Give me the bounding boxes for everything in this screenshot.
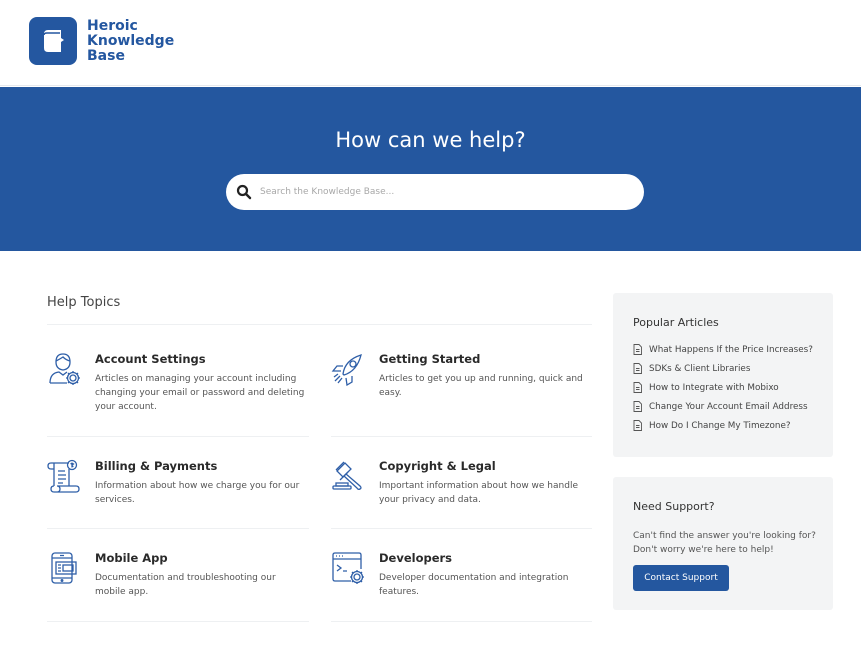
topic-title[interactable]: Account Settings xyxy=(95,352,206,366)
article-link[interactable]: SDKs & Client Libraries xyxy=(633,363,750,374)
article-title: How to Integrate with Mobixo xyxy=(649,382,779,393)
article-title: Change Your Account Email Address xyxy=(649,401,808,412)
divider xyxy=(47,324,592,325)
support-panel: Need Support? Can't find the answer you'… xyxy=(613,477,833,610)
topic-description: Important information about how we handl… xyxy=(379,481,578,505)
topic-title[interactable]: Mobile App xyxy=(95,551,168,565)
article-link[interactable]: How Do I Change My Timezone? xyxy=(633,420,791,431)
divider xyxy=(331,621,592,622)
article-link[interactable]: Change Your Account Email Address xyxy=(633,401,808,412)
divider xyxy=(331,436,592,437)
brand-name: Heroic Knowledge Base xyxy=(87,17,175,64)
topic-title[interactable]: Copyright & Legal xyxy=(379,459,496,473)
divider xyxy=(331,528,592,529)
topic-title[interactable]: Getting Started xyxy=(379,352,480,366)
article-title: How Do I Change My Timezone? xyxy=(649,420,791,431)
article-link[interactable]: What Happens If the Price Increases? xyxy=(633,344,813,355)
support-heading: Need Support? xyxy=(633,500,715,513)
hero-banner xyxy=(0,87,861,251)
document-icon xyxy=(633,344,642,355)
gavel-icon xyxy=(332,461,362,490)
topic-copyright-legal[interactable]: Copyright & Legal Important information … xyxy=(331,459,593,519)
topic-getting-started[interactable]: Getting Started Articles to get you up a… xyxy=(331,352,593,432)
logo-link[interactable]: Heroic Knowledge Base xyxy=(29,17,174,65)
popular-articles-panel: Popular Articles What Happens If the Pri… xyxy=(613,293,833,457)
brand-line-2: Knowledge xyxy=(87,32,175,49)
code-window-gear-icon xyxy=(332,552,364,584)
invoice-icon xyxy=(47,459,80,493)
search-bar[interactable] xyxy=(226,174,644,210)
brand-line-3: Base xyxy=(87,47,125,64)
topic-title[interactable]: Developers xyxy=(379,551,452,565)
topic-description: Articles on managing your account includ… xyxy=(95,374,305,412)
document-icon xyxy=(633,401,642,412)
divider xyxy=(47,436,309,437)
article-title: SDKs & Client Libraries xyxy=(649,363,751,374)
rocket-icon xyxy=(331,354,362,386)
brand-line-1: Heroic xyxy=(87,17,138,34)
site-header: Heroic Knowledge Base xyxy=(0,0,861,86)
user-gear-icon xyxy=(49,353,80,385)
article-title: What Happens If the Price Increases? xyxy=(649,344,813,355)
contact-support-button[interactable]: Contact Support xyxy=(633,565,729,591)
topic-description: Developer documentation and integration … xyxy=(379,573,569,597)
search-input[interactable] xyxy=(260,187,630,197)
topic-mobile-app[interactable]: Mobile App Documentation and troubleshoo… xyxy=(47,551,309,611)
hero-title: How can we help? xyxy=(335,128,526,152)
popular-articles-heading: Popular Articles xyxy=(633,316,719,329)
topic-description: Information about how we charge you for … xyxy=(95,481,300,505)
divider xyxy=(47,528,309,529)
topic-account-settings[interactable]: Account Settings Articles on managing yo… xyxy=(47,352,309,432)
document-icon xyxy=(633,420,642,431)
support-text: Can't find the answer you're looking for… xyxy=(633,531,816,555)
topic-description: Articles to get you up and running, quic… xyxy=(379,374,583,398)
mobile-icon xyxy=(51,552,77,584)
document-icon xyxy=(633,382,642,393)
divider xyxy=(47,621,309,622)
search-icon xyxy=(236,184,252,200)
book-icon xyxy=(29,17,77,65)
help-topics-heading: Help Topics xyxy=(47,295,121,310)
topic-title[interactable]: Billing & Payments xyxy=(95,459,217,473)
topic-description: Documentation and troubleshooting our mo… xyxy=(95,573,276,597)
topic-developers[interactable]: Developers Developer documentation and i… xyxy=(331,551,593,611)
document-icon xyxy=(633,363,642,374)
topic-billing-payments[interactable]: Billing & Payments Information about how… xyxy=(47,459,309,519)
article-link[interactable]: How to Integrate with Mobixo xyxy=(633,382,779,393)
